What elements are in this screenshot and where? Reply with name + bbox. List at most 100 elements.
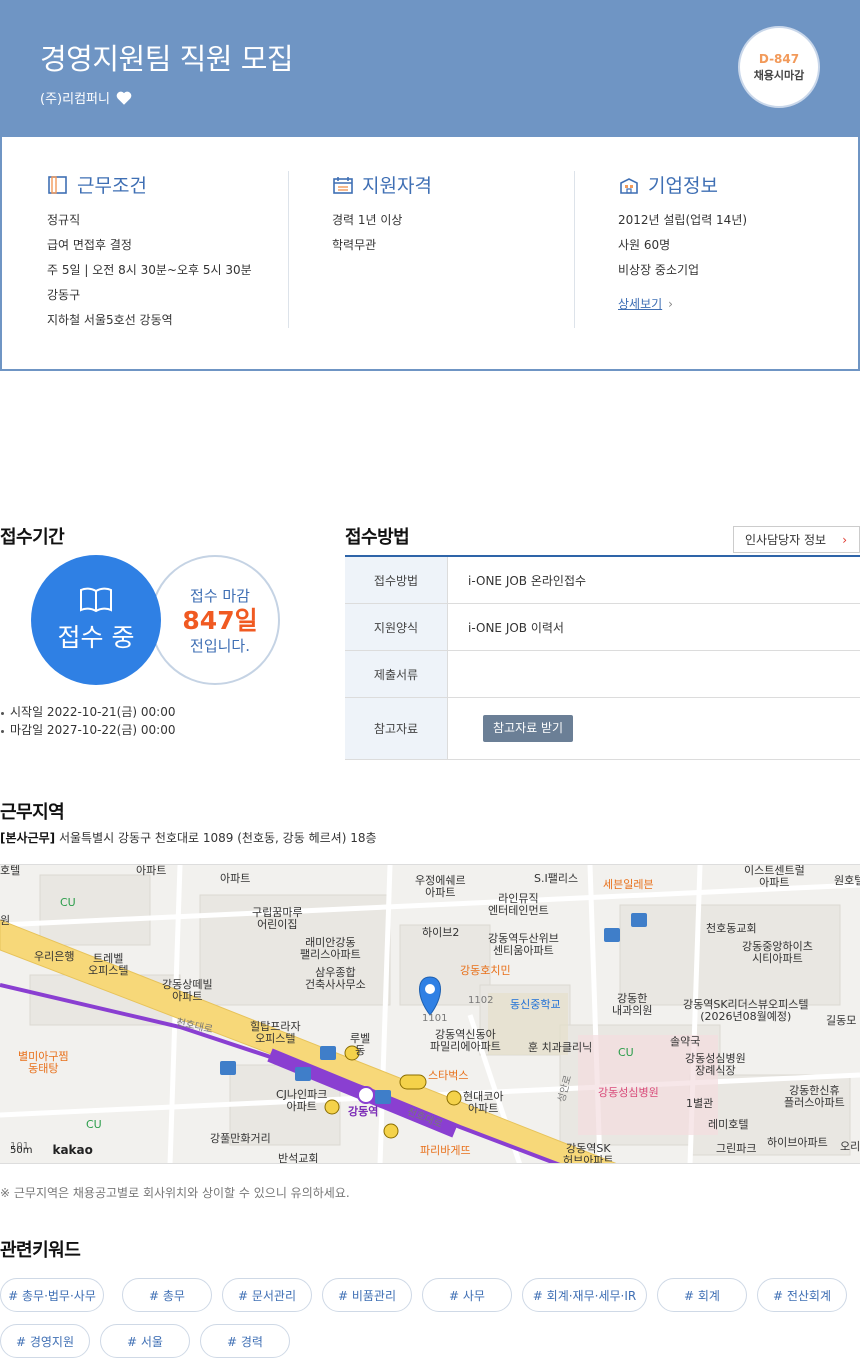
keyword-tag[interactable]: # 문서관리 [222, 1278, 312, 1312]
map-label: 파리바게뜨 [420, 1144, 471, 1157]
map-label: 라인뮤직 엔터테인먼트 [488, 892, 549, 917]
end-date: 마감일 2027-10-22(금) 00:00 [0, 721, 175, 739]
company-info-title: 기업정보 [648, 175, 718, 197]
table-row: 참고자료 참고자료 받기 [345, 698, 860, 760]
map-label: 강동성심병원 장례식장 [685, 1052, 746, 1077]
row-label: 지원양식 [345, 604, 448, 650]
deadline-label: 접수 마감 [190, 586, 250, 605]
map-label: S.I팰리스 [534, 872, 579, 885]
row-value [448, 651, 860, 697]
map-label: 강동역 [348, 1105, 379, 1118]
map-label: 그린파크 [716, 1142, 757, 1155]
application-status-circle: 접수 중 [31, 555, 161, 685]
map-label: 루벨 동 [350, 1032, 371, 1057]
heart-icon[interactable] [115, 89, 133, 107]
keyword-tag[interactable]: # 비품관리 [322, 1278, 412, 1312]
column-divider [288, 171, 289, 328]
map-label: 훈 치과클리닉 [528, 1041, 593, 1054]
period-section-title: 접수기간 [0, 527, 65, 548]
map-label: 강동호치민 [460, 964, 511, 977]
hr-contact-label: 인사담당자 정보 [745, 533, 827, 547]
company-type: 비상장 중소기업 [618, 263, 700, 277]
map-label: 구립꿈마루 어린이집 [252, 906, 303, 931]
map-label: 원 [0, 914, 11, 927]
map-label: 강동한 내과의원 [612, 992, 653, 1017]
hr-contact-button[interactable]: 인사담당자 정보 › [733, 526, 860, 553]
map-label: 하이브2 [422, 926, 460, 939]
map-label: 강동역SK리더스뷰오피스텔 (2026년08월예정) [683, 998, 809, 1023]
map-label: 강동성심병원 [598, 1086, 659, 1099]
keyword-tag[interactable]: # 경영지원 [0, 1324, 90, 1358]
company-detail-link-label: 상세보기 [618, 297, 663, 311]
location-map[interactable]: 구립꿈마루 어린이집 래미안강동 팰리스아파트 삼우종합 건축사사무소 힐탑프라자 오피… [0, 864, 860, 1164]
map-label: 1101 [422, 1013, 448, 1024]
map-label: 강동역두산위브 센티움아파트 [488, 932, 559, 957]
map-label: CU [618, 1046, 634, 1059]
keyword-tag[interactable]: # 총무·법무·사무 [0, 1278, 104, 1312]
row-value: i-ONE JOB 온라인접수 [468, 573, 587, 588]
map-label: 1102 [468, 995, 494, 1006]
company-name-row: (주)리컴퍼니 [40, 88, 133, 107]
map-label: 래미안강동 팰리스아파트 [300, 936, 361, 961]
keyword-tag[interactable]: # 경력 [200, 1324, 290, 1358]
deadline-circle: 접수 마감 847일 전입니다. [150, 555, 280, 685]
start-date: 시작일 2022-10-21(금) 00:00 [0, 703, 175, 721]
location-section-title: 근무지역 [0, 802, 65, 823]
keyword-tag[interactable]: # 서울 [100, 1324, 190, 1358]
chevron-right-icon: › [668, 297, 673, 311]
map-label: 스타벅스 [428, 1069, 469, 1082]
map-label: 동신중학교 [510, 998, 561, 1011]
map-label: 솔약국 [670, 1035, 701, 1048]
job-title: 경영지원팀 직원 모집 [40, 42, 294, 76]
map-label: 강동상떼빌 아파트 [162, 978, 213, 1003]
company-detail-link[interactable]: 상세보기 › [618, 295, 673, 312]
map-label: 힐탑프라자 오피스텔 [250, 1020, 301, 1045]
row-label: 접수방법 [345, 557, 448, 603]
deadline-days: 847일 [182, 605, 258, 635]
keywords-section-title: 관련키워드 [0, 1240, 81, 1261]
map-label: 강풀만화거리 [210, 1132, 271, 1145]
company-name-link[interactable]: (주)리컴퍼니 [40, 88, 110, 107]
map-label: 현대코아 아파트 [463, 1090, 504, 1115]
deadline-suffix: 전입니다. [190, 636, 250, 655]
map-label: 우정에쉐르 아파트 [415, 874, 466, 899]
keyword-tag[interactable]: # 회계·재무·세무·IR [522, 1278, 647, 1312]
salary: 급여 면접후 결정 [47, 238, 132, 252]
document-icon [48, 175, 67, 194]
download-reference-button[interactable]: 참고자료 받기 [483, 715, 574, 742]
row-label: 제출서류 [345, 651, 448, 697]
map-label: 레미호텔 [708, 1118, 749, 1131]
company-founded: 2012년 설립(업력 14년) [618, 213, 748, 227]
map-label: 길동모 [826, 1014, 857, 1027]
dday-label: 채용시마감 [753, 68, 805, 82]
map-label: 강동역SK 허브아파트 [563, 1142, 614, 1164]
dday-count: D-847 [758, 51, 800, 66]
job-header: 경영지원팀 직원 모집 (주)리컴퍼니 D-847 채용시마감 [0, 0, 860, 137]
keyword-tag[interactable]: # 사무 [422, 1278, 512, 1312]
map-label: 원호텔 [834, 874, 860, 887]
work-conditions-title: 근무조건 [77, 175, 147, 197]
office-tag: [본사근무] [0, 831, 56, 845]
map-label: 하이브아파트 [767, 1136, 828, 1149]
map-scale: 50m [10, 1144, 33, 1156]
keyword-tag[interactable]: # 전산회계 [757, 1278, 847, 1312]
column-divider [574, 171, 575, 328]
map-label: 강동역신동아 파밀리에아파트 [430, 1028, 501, 1053]
employment-type: 정규직 [47, 213, 81, 227]
building-icon [620, 177, 638, 194]
nearby-subway: 지하철 서울5호선 강동역 [47, 313, 173, 327]
map-footer: 50m kakao [10, 1143, 93, 1157]
map-label: 아파트 [220, 872, 251, 885]
row-value: 참고자료 받기 [448, 698, 860, 759]
map-label: 강동한신휴 플러스아파트 [784, 1084, 845, 1109]
keyword-tag[interactable]: # 총무 [122, 1278, 212, 1312]
company-employees: 사원 60명 [618, 238, 671, 252]
row-label: 참고자료 [345, 698, 448, 759]
keyword-tag[interactable]: # 회계 [657, 1278, 747, 1312]
table-row: 접수방법 i-ONE JOB 온라인접수 [345, 557, 860, 604]
work-conditions-column: 근무조건 정규직 급여 면접후 결정 주 5일 | 오전 8시 30분~오후 5… [47, 171, 287, 328]
chevron-right-icon: › [842, 532, 847, 547]
method-section-title: 접수방법 [345, 527, 410, 548]
map-label: 호텔 [0, 864, 21, 877]
application-method-table: 접수방법 i-ONE JOB 온라인접수 지원양식 i-ONE JOB 이력서 … [345, 555, 860, 760]
